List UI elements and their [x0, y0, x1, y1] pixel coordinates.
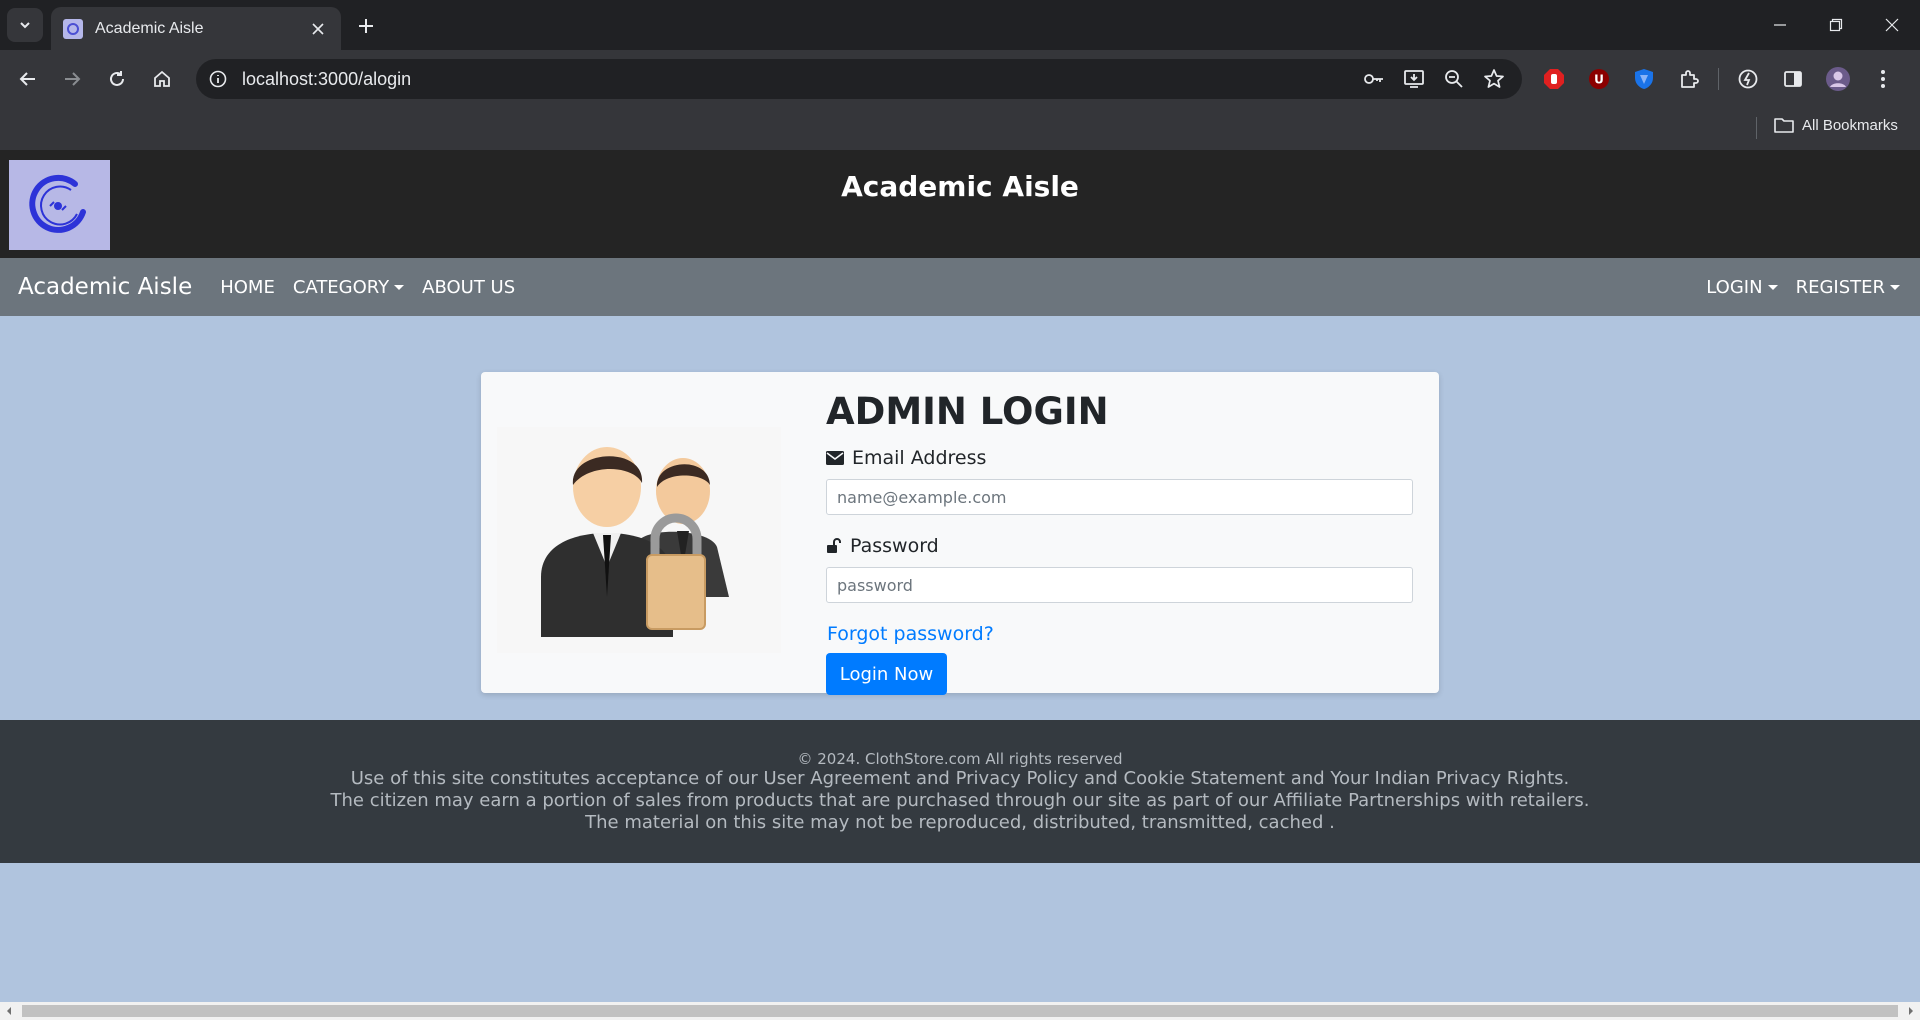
horizontal-scrollbar[interactable]: [0, 1002, 1920, 1020]
close-icon: [1885, 18, 1899, 32]
caret-down-icon: [1890, 284, 1900, 290]
navbar-right: LOGIN REGISTER: [1706, 258, 1900, 316]
close-window-button[interactable]: [1864, 0, 1920, 50]
puzzle-extensions-icon[interactable]: [1673, 63, 1705, 95]
new-tab-button[interactable]: [352, 12, 380, 40]
main-navbar: Academic Aisle HOME CATEGORY ABOUT US LO…: [0, 258, 1920, 316]
key-icon[interactable]: [1360, 65, 1388, 93]
footer-line: The material on this site may not be rep…: [585, 812, 1335, 833]
password-label: Password: [826, 535, 1416, 557]
browser-tab[interactable]: Academic Aisle: [51, 7, 341, 50]
caret-down-icon: [1767, 284, 1778, 290]
nav-login-label: LOGIN: [1706, 276, 1763, 298]
caret-down-icon: [394, 284, 405, 290]
site-header: Academic Aisle: [0, 150, 1920, 258]
arrow-right-icon: [65, 72, 81, 86]
nav-login-dropdown[interactable]: LOGIN: [1706, 276, 1778, 298]
profile-avatar[interactable]: [1822, 63, 1854, 95]
minimize-button[interactable]: [1752, 0, 1808, 50]
nav-about-label: ABOUT US: [422, 276, 516, 298]
footer-copyright: © 2024. ClothStore.com All rights reserv…: [797, 750, 1123, 768]
footer-line: Use of this site constitutes acceptance …: [350, 768, 1570, 789]
scroll-right-icon[interactable]: [1902, 1002, 1920, 1020]
admin-login-card: ADMIN LOGIN Email Address Password Forgo…: [481, 372, 1439, 695]
admin-users-lock-image: [497, 427, 781, 653]
shield-extension-icon[interactable]: [1628, 63, 1660, 95]
zoom-icon[interactable]: [1440, 65, 1468, 93]
adblock-extension-icon[interactable]: [1538, 63, 1570, 95]
window-controls: [1752, 0, 1920, 50]
back-button[interactable]: [12, 63, 44, 95]
browser-tab-bar: Academic Aisle: [0, 0, 1920, 50]
performance-icon[interactable]: [1732, 63, 1764, 95]
folder-icon: [1774, 118, 1794, 133]
address-bar[interactable]: localhost:3000/alogin: [196, 59, 1522, 99]
chevron-down-icon: [20, 22, 30, 29]
forward-button[interactable]: [56, 63, 88, 95]
unlock-icon: [827, 538, 841, 553]
nav-home-label: HOME: [220, 276, 275, 298]
url-text[interactable]: localhost:3000/alogin: [242, 69, 1360, 90]
kebab-menu-icon: [1881, 70, 1885, 88]
tab-search-button[interactable]: [7, 8, 43, 42]
email-input[interactable]: [826, 479, 1413, 515]
reload-button[interactable]: [101, 63, 133, 95]
nav-home-link[interactable]: HOME: [220, 277, 275, 298]
nav-category-label: CATEGORY: [292, 276, 390, 298]
password-input[interactable]: [826, 567, 1413, 603]
nav-about-link[interactable]: ABOUT US: [422, 277, 515, 298]
bookmarks-bar: All Bookmarks: [0, 108, 1920, 150]
restore-button[interactable]: [1808, 0, 1864, 50]
footer-line: The citizen may earn a portion of sales …: [330, 790, 1590, 811]
tab-close-button[interactable]: [307, 18, 329, 40]
all-bookmarks-label: All Bookmarks: [1802, 116, 1898, 134]
login-form: ADMIN LOGIN Email Address Password Forgo…: [826, 390, 1416, 695]
login-now-button[interactable]: Login Now: [826, 653, 947, 695]
side-panel-icon[interactable]: [1777, 63, 1809, 95]
envelope-icon: [826, 451, 844, 465]
site-info-icon[interactable]: [204, 65, 232, 93]
login-title: ADMIN LOGIN: [826, 390, 1109, 433]
scrollbar-thumb[interactable]: [22, 1005, 1898, 1017]
nav-register-label: REGISTER: [1795, 276, 1885, 298]
all-bookmarks-button[interactable]: All Bookmarks: [1774, 116, 1898, 134]
navbar-brand[interactable]: Academic Aisle: [18, 274, 192, 300]
svg-text:U: U: [1594, 73, 1604, 87]
install-app-icon[interactable]: [1400, 65, 1428, 93]
tab-favicon-icon: [63, 18, 83, 39]
web-page: Academic Aisle Academic Aisle HOME CATEG…: [0, 150, 1920, 1002]
email-label-text: Email Address: [852, 447, 987, 469]
bookmarks-separator: [1756, 117, 1757, 139]
nav-register-dropdown[interactable]: REGISTER: [1796, 277, 1900, 298]
close-icon: [312, 22, 324, 35]
reload-icon: [110, 71, 124, 86]
toolbar-separator: [1718, 68, 1719, 90]
ublock-extension-icon[interactable]: U: [1583, 63, 1615, 95]
site-footer: © 2024. ClothStore.com All rights reserv…: [0, 720, 1920, 863]
home-icon: [154, 70, 170, 87]
site-title: Academic Aisle: [841, 170, 1079, 203]
arrow-left-icon: [19, 72, 35, 86]
plus-icon: [359, 19, 373, 33]
nav-category-dropdown[interactable]: CATEGORY: [292, 276, 405, 298]
scroll-left-icon[interactable]: [0, 1002, 18, 1020]
restore-icon: [1829, 18, 1843, 32]
minimize-icon: [1774, 24, 1786, 26]
tab-title: Academic Aisle: [95, 19, 204, 37]
password-label-text: Password: [850, 535, 939, 557]
email-label: Email Address: [826, 447, 1416, 469]
forgot-password-link[interactable]: Forgot password?: [827, 623, 1416, 645]
browser-toolbar: localhost:3000/alogin U: [0, 50, 1920, 108]
bookmark-star-icon[interactable]: [1480, 65, 1508, 93]
home-button[interactable]: [146, 63, 178, 95]
browser-menu-button[interactable]: [1867, 63, 1899, 95]
